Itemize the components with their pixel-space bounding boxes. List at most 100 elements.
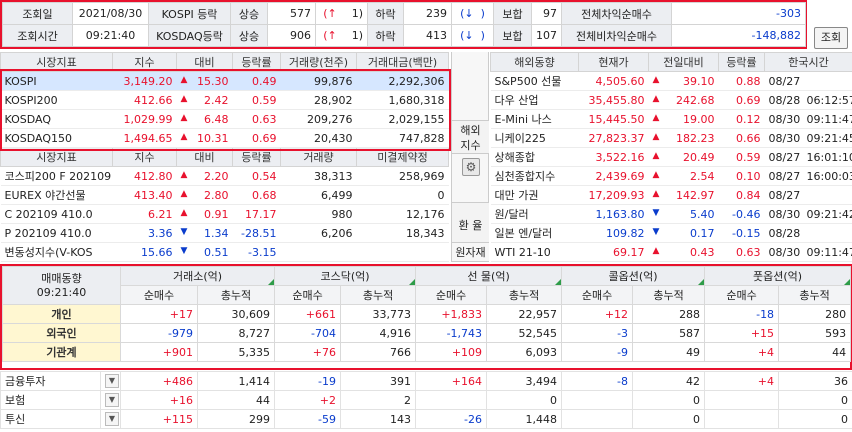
cumulative-header: 총누적 <box>196 285 276 305</box>
net-buy-cell: +486 <box>120 371 198 391</box>
net-buy-cell: +76 <box>274 342 342 362</box>
overseas-name[interactable]: 심천종합지수 <box>490 166 579 186</box>
corner-triangle-icon <box>268 279 274 285</box>
query-date-value[interactable]: 2021/08/30 <box>72 2 149 25</box>
kospi-up-label: 상승 <box>230 2 268 25</box>
overseas-change: 2.54 <box>690 169 715 183</box>
overseas-name[interactable]: 상해종합 <box>490 147 579 167</box>
deriv-value: 412.80 <box>112 166 177 186</box>
overseas-name[interactable]: WTI 21-10 <box>490 242 579 262</box>
investor-detail-row[interactable]: 보험 ▼ +16 44 +2 2 0 0 0 <box>0 390 852 410</box>
overseas-row[interactable]: WTI 21-10 69.17 ▲ 0.43 0.63 08/30 09:11:47 <box>490 242 852 262</box>
net-buy-cell: +164 <box>415 371 487 391</box>
overseas-row[interactable]: E-Mini 나스 15,445.50 ▲ 19.00 0.12 08/30 09:11:4… <box>490 109 852 129</box>
net-buy-cell: -8 <box>561 371 633 391</box>
deriv-rate: -28.51 <box>232 223 281 243</box>
overseas-time: 16:00:03 <box>802 166 852 186</box>
query-date-label: 조회일 <box>2 2 73 25</box>
cumulative-cell: 33,773 <box>340 304 417 324</box>
deriv-row[interactable]: 변동성지수(V-KOS 15.66 ▼ 0.51 -3.15 <box>0 242 449 262</box>
overseas-rate: 0.69 <box>718 90 765 110</box>
investor-detail-name[interactable]: 보험 <box>0 390 101 410</box>
investor-row[interactable]: 개인 +17 30,609 +661 33,773 +1,833 22,957 +12 288-… <box>2 304 852 324</box>
net-buy-cell: +2 <box>274 390 341 410</box>
overseas-row[interactable]: 심천종합지수 2,439.69 ▲ 2.54 0.10 08/27 16:00:03 <box>490 166 852 186</box>
overseas-row[interactable]: 대만 가권 17,209.93 ▲ 142.97 0.84 08/27 <box>490 185 852 205</box>
deriv-name[interactable]: 변동성지수(V-KOS <box>0 242 113 262</box>
net-buy-cell: -26 <box>415 409 487 429</box>
overseas-price: 1,163.80 <box>578 204 649 224</box>
deriv-name[interactable]: 코스피200 F 202109 <box>0 166 113 186</box>
up-arrow-icon: (↑ <box>323 7 337 20</box>
overseas-name[interactable]: 대만 가권 <box>490 185 579 205</box>
overseas-col-header: 전일대비 <box>648 52 719 72</box>
up-triangle-icon: ▲ <box>180 169 188 180</box>
query-time-value[interactable]: 09:21:40 <box>72 24 149 47</box>
overseas-row[interactable]: 원/달러 1,163.80 ▼ 5.40 -0.46 08/30 09:21:42 <box>490 204 852 224</box>
chevron-down-icon[interactable]: ▼ <box>105 374 119 388</box>
overseas-table: 해외동향 현재가 전일대비 등락률 한국시간 S&P500 선물 4,505.60 ▲ 39.… <box>490 52 852 262</box>
overseas-name[interactable]: 원/달러 <box>490 204 579 224</box>
deriv-name[interactable]: EUREX 야간선물 <box>0 185 113 205</box>
cumulative-header: 총누적 <box>632 285 706 305</box>
deriv-name[interactable]: C 202109 410.0 <box>0 204 113 224</box>
index-highlight-box <box>0 69 451 151</box>
overseas-date: 08/27 <box>764 166 803 186</box>
overseas-name[interactable]: E-Mini 나스 <box>490 109 579 129</box>
overseas-name[interactable]: 니케이225 <box>490 128 579 148</box>
overseas-row[interactable]: S&P500 선물 4,505.60 ▲ 39.10 0.88 08/27 <box>490 71 852 91</box>
net-buy-cell <box>561 409 633 429</box>
settings-gear-icon[interactable]: ⚙ <box>462 158 480 176</box>
investor-detail-row[interactable]: 투신 ▼ +115 299 -59 143 -26 1,448 0 0 <box>0 409 852 429</box>
investor-detail-name[interactable]: 투신 <box>0 409 101 429</box>
overseas-name[interactable]: S&P500 선물 <box>490 71 579 91</box>
cumulative-cell: 0 <box>486 390 562 410</box>
overseas-date: 08/27 <box>764 147 803 167</box>
overseas-row[interactable]: 일본 엔/달러 109.82 ▼ 0.17 -0.15 08/28 <box>490 223 852 243</box>
overseas-name[interactable]: 다우 산업 <box>490 90 579 110</box>
deriv-name[interactable]: P 202109 410.0 <box>0 223 113 243</box>
overseas-price: 35,455.80 <box>578 90 649 110</box>
cumulative-cell: 143 <box>340 409 416 429</box>
cumulative-cell: 391 <box>340 371 416 391</box>
overseas-name[interactable]: 일본 엔/달러 <box>490 223 579 243</box>
overseas-time <box>802 71 852 91</box>
cumulative-cell: 1,414 <box>197 371 275 391</box>
refresh-button[interactable]: 조회 <box>814 27 848 49</box>
deriv-row[interactable]: EUREX 야간선물 413.40 ▲ 2.80 0.68 6,499 0 <box>0 185 449 205</box>
cumulative-cell: 8,727 <box>196 323 276 343</box>
overseas-index-tab[interactable]: 해외 지수 <box>452 120 489 154</box>
up-triangle-icon: ▲ <box>652 188 660 199</box>
kospi-breadth-label: KOSPI 등락 <box>148 2 231 25</box>
investor-name[interactable]: 외국인 <box>2 323 121 343</box>
net-buy-cell: +109 <box>415 342 488 362</box>
investor-name[interactable]: 개인 <box>2 304 121 324</box>
chevron-down-icon[interactable]: ▼ <box>105 412 119 426</box>
commodity-tab[interactable]: 원자재 <box>452 242 489 262</box>
net-buy-header: 순매수 <box>415 285 488 305</box>
up-triangle-icon: ▲ <box>652 150 660 161</box>
deriv-rate: 0.54 <box>232 166 281 186</box>
investor-name[interactable]: 기관계 <box>2 342 121 362</box>
investor-detail-row[interactable]: 금융투자 ▼ +486 1,414 -19 391 +164 3,494 -8 42 +4 36 <box>0 371 852 391</box>
overseas-row[interactable]: 상해종합 3,522.16 ▲ 20.49 0.59 08/27 16:01:10 <box>490 147 852 167</box>
overseas-row[interactable]: 니케이225 27,823.37 ▲ 182.23 0.66 08/30 09:21:45 <box>490 128 852 148</box>
overseas-row[interactable]: 다우 산업 35,455.80 ▲ 242.68 0.69 08/28 06:12:57 <box>490 90 852 110</box>
overseas-rate: 0.63 <box>718 242 765 262</box>
chevron-down-icon[interactable]: ▼ <box>105 393 119 407</box>
overseas-rate: -0.46 <box>718 204 765 224</box>
deriv-row[interactable]: 코스피200 F 202109 412.80 ▲ 2.20 0.54 38,313 258,… <box>0 166 449 186</box>
overseas-date: 08/30 <box>764 109 803 129</box>
investor-detail-name[interactable]: 금융투자 <box>0 371 101 391</box>
deriv-row[interactable]: P 202109 410.0 3.36 ▼ 1.34 -28.51 6,206 18,343 <box>0 223 449 243</box>
deriv-value: 413.40 <box>112 185 177 205</box>
cumulative-cell: 288 <box>632 304 706 324</box>
cumulative-cell: 5,335 <box>196 342 276 362</box>
investor-row[interactable]: 기관계 +901 5,335 +76 766 +109 6,093 -9 49 +4 44 <box>2 342 852 362</box>
deriv-row[interactable]: C 202109 410.0 6.21 ▲ 0.91 17.17 980 12,176 <box>0 204 449 224</box>
overseas-time: 06:12:57 <box>802 90 852 110</box>
deriv-open-interest: 0 <box>356 185 449 205</box>
kosdaq-up-count: 906 <box>267 24 316 47</box>
investor-row[interactable]: 외국인 -979 8,727 -704 4,916 -1,743 52,545 -3 587 +1… <box>2 323 852 343</box>
net-buy-cell: -979 <box>120 323 198 343</box>
